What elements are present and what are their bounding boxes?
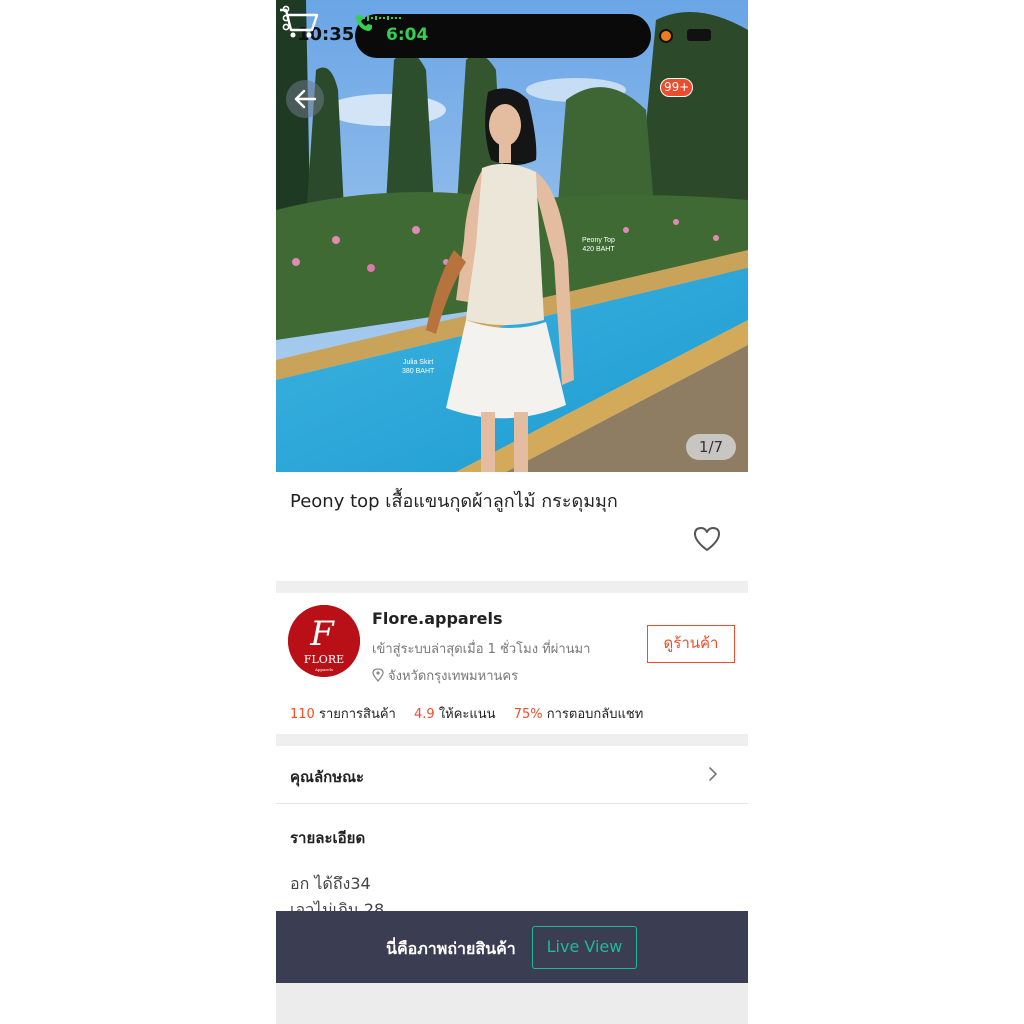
shop-last-active: เข้าสู่ระบบล่าสุดเมื่อ 1 ชั่วโมง ที่ผ่าน…	[372, 642, 591, 657]
stat-rating-label: ให้คะแนน	[438, 707, 496, 722]
call-timer: 6:04	[386, 25, 429, 45]
shop-stats: 110 รายการสินค้า 4.9 ให้คะแนน 75% การตอบ…	[290, 703, 643, 724]
stat-rating-value: 4.9	[413, 707, 435, 722]
stat-chat-response-value: 75%	[513, 707, 543, 722]
location-pin-icon	[372, 668, 384, 683]
privacy-indicator-icon	[659, 29, 673, 43]
live-view-button[interactable]: Live View	[532, 926, 637, 969]
svg-text:FLORE: FLORE	[304, 653, 344, 666]
stat-products-label: รายการสินค้า	[318, 707, 396, 722]
audio-wave-icon	[355, 15, 401, 21]
dynamic-island[interactable]: 6:04	[355, 14, 651, 58]
section-divider	[276, 581, 748, 593]
image-counter: 1/7	[686, 434, 736, 460]
app-screen: Peony Top 420 BAHT Julia Skirt 380 BAHT 10…	[276, 0, 748, 1024]
shop-location: จังหวัดกรุงเทพมหานคร	[372, 665, 518, 686]
stat-chat-response-label: การตอบกลับแชท	[546, 707, 644, 722]
shop-name[interactable]: Flore.apparels	[372, 609, 502, 628]
photo-caption-top: Peony Top 420 BAHT	[582, 237, 615, 253]
description-heading: รายละเอียด	[290, 829, 366, 847]
product-image-carousel[interactable]: Peony Top 420 BAHT Julia Skirt 380 BAHT 10…	[276, 0, 748, 472]
cart-count-badge: 99+	[660, 78, 694, 97]
live-view-bar: นี่คือภาพถ่ายสินค้า Live View	[276, 911, 748, 983]
view-shop-button[interactable]: ดูร้านค้า	[647, 625, 735, 663]
live-view-prompt: นี่คือภาพถ่ายสินค้า	[386, 939, 516, 958]
section-divider	[276, 734, 748, 746]
battery-icon	[687, 29, 711, 41]
flore-logo: F FLORE Apparels	[288, 605, 360, 677]
specifications-label: คุณลักษณะ	[290, 768, 365, 786]
description-line: อก ได้ถึง34	[290, 874, 371, 893]
heart-icon[interactable]	[692, 525, 722, 553]
shop-location-text: จังหวัดกรุงเทพมหานคร	[388, 669, 519, 684]
svg-text:F: F	[309, 614, 335, 654]
bottom-area	[276, 983, 748, 1024]
back-button[interactable]	[286, 80, 324, 118]
chevron-right-icon	[709, 767, 718, 781]
product-title: Peony top เสื้อแขนกุดผ้าลูกไม้ กระดุมมุก	[290, 491, 618, 512]
photo-caption-bottom: Julia Skirt 380 BAHT	[402, 359, 435, 375]
shop-avatar[interactable]: F FLORE Apparels	[288, 605, 360, 677]
product-photo	[276, 0, 748, 472]
svg-text:Apparels: Apparels	[314, 667, 333, 672]
more-vertical-icon[interactable]	[276, 0, 296, 36]
specifications-row[interactable]: คุณลักษณะ	[276, 746, 748, 804]
stat-products-value: 110	[290, 707, 315, 722]
arrow-left-icon	[294, 89, 316, 109]
